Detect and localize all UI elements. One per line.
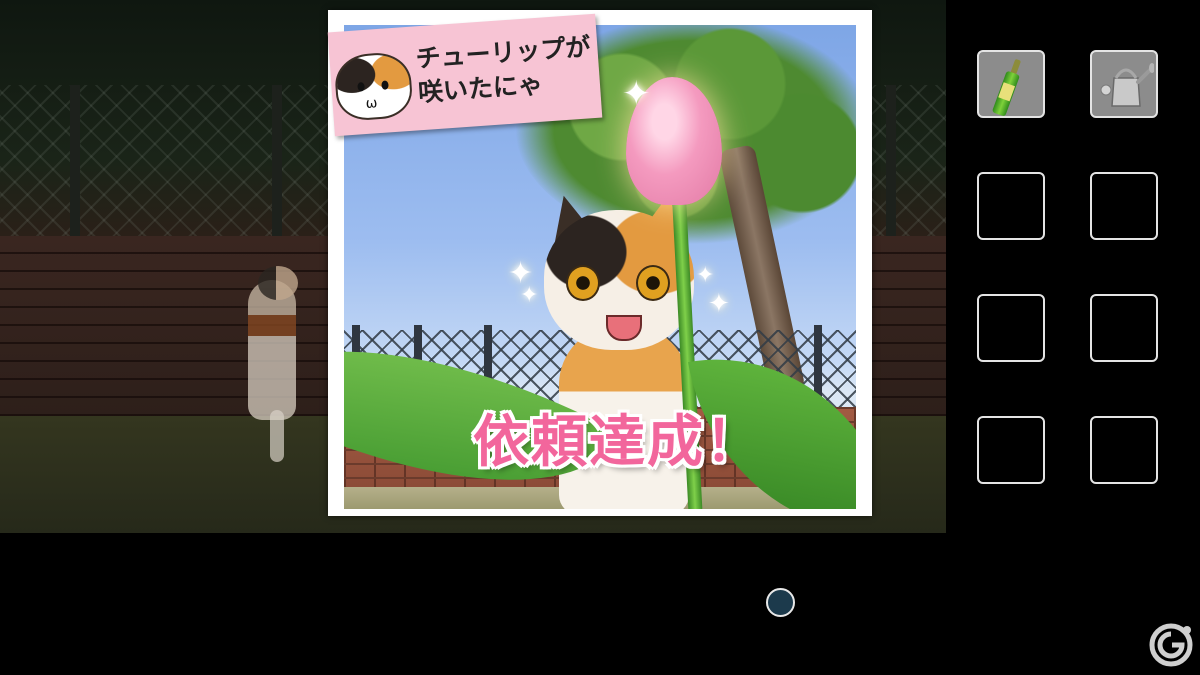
site-logo-icon xyxy=(1149,623,1193,667)
cat-eye-right xyxy=(636,265,670,301)
cat-eye-left xyxy=(566,265,600,301)
request-complete-popup[interactable]: ✦ ✦ ✦ ✦ ✦ 依頼達成！ ω チューリップが 咲いたにゃ xyxy=(327,10,872,516)
watering-can-icon xyxy=(1100,63,1154,107)
background-cat[interactable] xyxy=(248,280,296,420)
inventory-slot-5[interactable] xyxy=(977,294,1045,362)
request-achieved-title: 依頼達成！ xyxy=(473,410,763,475)
fence-post xyxy=(70,85,80,245)
inventory-slot-8[interactable] xyxy=(1090,416,1158,484)
speech-text: チューリップが 咲いたにゃ xyxy=(414,32,592,108)
sparkle-icon: ✦ xyxy=(696,263,715,288)
face-eye xyxy=(357,82,365,92)
inventory-slot-4[interactable] xyxy=(1090,172,1158,240)
spray-bottle-icon xyxy=(991,57,1025,118)
inventory-slot-1[interactable] xyxy=(977,50,1045,118)
fence-post xyxy=(886,85,896,245)
background-cat-head xyxy=(258,266,298,300)
inventory-slot-6[interactable] xyxy=(1090,294,1158,362)
inventory-panel xyxy=(946,0,1200,533)
sparkle-icon: ✦ xyxy=(708,289,730,319)
face-eye xyxy=(381,80,389,90)
pointer-cursor xyxy=(766,588,795,617)
fence-post xyxy=(272,85,282,245)
sparkle-icon: ✦ xyxy=(622,74,651,114)
inventory-slot-7[interactable] xyxy=(977,416,1045,484)
cat-face-icon: ω xyxy=(333,50,414,122)
sparkle-icon: ✦ xyxy=(520,283,539,308)
face-mouth: ω xyxy=(365,95,379,112)
background-cat-leg xyxy=(270,410,284,462)
inventory-slot-2[interactable] xyxy=(1090,50,1158,118)
inventory-slot-3[interactable] xyxy=(977,172,1045,240)
speech-banner: ω チューリップが 咲いたにゃ xyxy=(327,13,603,137)
